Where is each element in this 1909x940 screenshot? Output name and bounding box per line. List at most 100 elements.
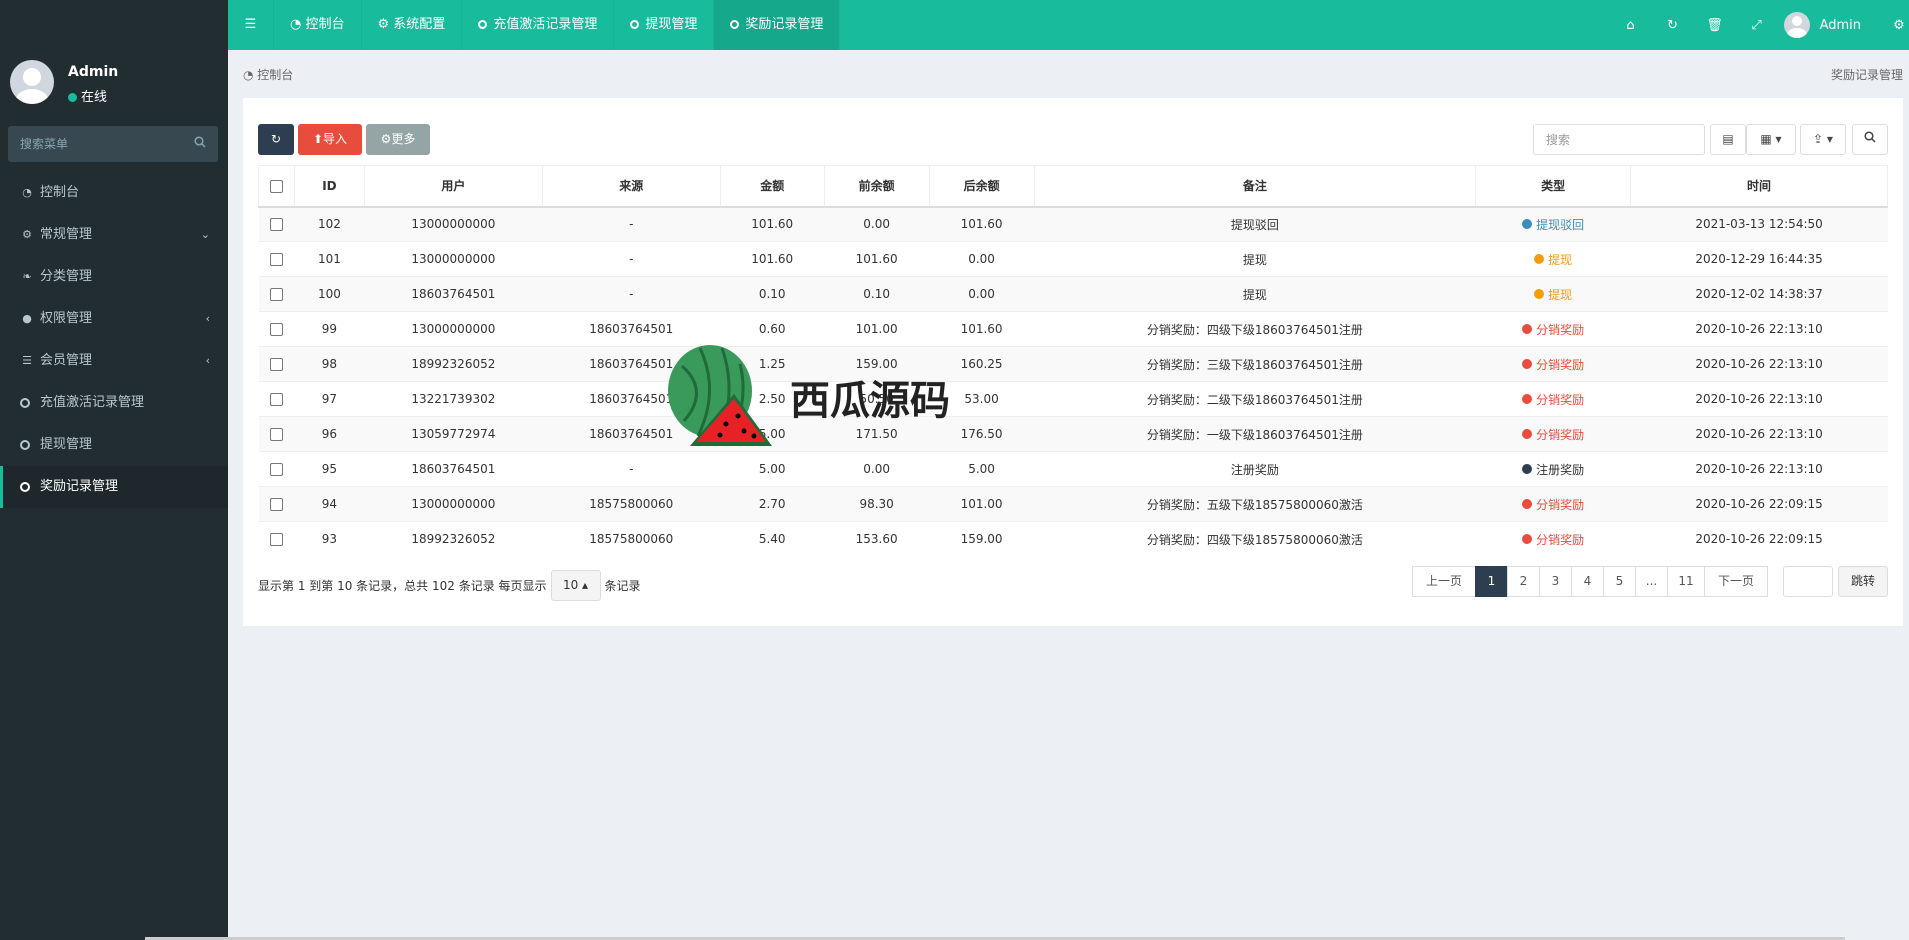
- circle-icon: [730, 20, 740, 29]
- tab-recharge[interactable]: 充值激活记录管理: [462, 0, 615, 50]
- page-button[interactable]: 4: [1571, 566, 1604, 597]
- col-type[interactable]: 类型: [1475, 165, 1632, 208]
- export-button[interactable]: ⇪ ▾: [1800, 124, 1846, 155]
- header-user-name[interactable]: Admin: [1820, 18, 1861, 33]
- next-page-button[interactable]: 下一页: [1704, 566, 1768, 597]
- page-button[interactable]: ...: [1635, 566, 1668, 597]
- status-badge[interactable]: 分销奖励: [1522, 496, 1584, 513]
- tab-dashboard[interactable]: ◔ 控制台: [274, 0, 362, 50]
- row-checkbox[interactable]: [269, 428, 283, 441]
- col-after[interactable]: 后余额: [928, 165, 1035, 208]
- home-icon[interactable]: ⌂: [1610, 18, 1652, 33]
- status-badge[interactable]: 分销奖励: [1522, 356, 1584, 373]
- status-badge[interactable]: 提现驳回: [1522, 216, 1584, 233]
- columns-button[interactable]: ▦ ▾: [1746, 124, 1796, 155]
- page-button[interactable]: 1: [1475, 566, 1508, 597]
- table-row[interactable]: 99 13000000000 18603764501 0.60 101.00 101.60…: [258, 311, 1888, 347]
- row-checkbox[interactable]: [269, 463, 283, 476]
- table-row[interactable]: 97 13221739302 18603764501 2.50 50.50 53.00 分销…: [258, 381, 1888, 417]
- table-row[interactable]: 98 18992326052 18603764501 1.25 159.00 160.25…: [258, 346, 1888, 382]
- col-amount[interactable]: 金额: [719, 165, 825, 208]
- user-cell: 13000000000: [364, 206, 543, 242]
- breadcrumb-home[interactable]: 控制台: [257, 68, 293, 82]
- sidebar-item-auth[interactable]: ● 权限管理 ‹: [0, 298, 228, 340]
- status-badge[interactable]: 提现: [1534, 286, 1572, 303]
- more-button[interactable]: ⚙更多: [366, 124, 430, 155]
- page-button[interactable]: 2: [1507, 566, 1540, 597]
- remark-cell: 分销奖励：三级下级18603764501注册: [1034, 346, 1476, 382]
- table-row[interactable]: 95 18603764501-5.00 0.00 5.00 注册奖励 注册奖励 2020-1…: [258, 451, 1888, 487]
- status-badge[interactable]: 注册奖励: [1522, 461, 1584, 478]
- toggle-view-button[interactable]: ▤: [1710, 124, 1746, 155]
- table-row[interactable]: 94 13000000000 18575800060 2.70 98.30 101.00 分…: [258, 486, 1888, 522]
- user-panel: Admin 在线: [0, 0, 228, 112]
- source-cell: -: [542, 206, 721, 242]
- row-checkbox[interactable]: [269, 253, 283, 266]
- page-size-select[interactable]: 10 ▴: [550, 570, 601, 601]
- row-checkbox[interactable]: [269, 533, 283, 547]
- export-icon: ⇪ ▾: [1813, 132, 1833, 146]
- status-badge[interactable]: 分销奖励: [1522, 321, 1584, 338]
- circle-icon: [20, 481, 30, 492]
- chevron-left-icon: ‹: [205, 354, 210, 367]
- sidebar-item-dashboard[interactable]: ◔ 控制台: [0, 172, 228, 214]
- sidebar-item-label: 奖励记录管理: [40, 479, 119, 494]
- sidebar-search-input[interactable]: [8, 126, 178, 162]
- col-before[interactable]: 前余额: [823, 165, 930, 208]
- row-checkbox[interactable]: [269, 358, 283, 371]
- row-checkbox[interactable]: [269, 218, 283, 232]
- row-checkbox[interactable]: [269, 323, 283, 336]
- search-button[interactable]: [1852, 124, 1888, 155]
- row-checkbox[interactable]: [269, 288, 283, 301]
- search-icon[interactable]: [194, 136, 206, 152]
- tab-withdraw[interactable]: 提现管理: [614, 0, 715, 50]
- id-cell: 98: [294, 346, 365, 382]
- status-badge[interactable]: 分销奖励: [1522, 426, 1584, 443]
- col-user[interactable]: 用户: [363, 165, 543, 208]
- sidebar-item-label: 权限管理: [40, 311, 93, 326]
- row-checkbox[interactable]: [269, 498, 283, 511]
- refresh-icon[interactable]: ↻: [1652, 18, 1694, 33]
- col-time[interactable]: 时间: [1630, 165, 1888, 208]
- refresh-button[interactable]: ↻: [258, 124, 294, 155]
- table-body: 102 13000000000-101.60 0.00 101.60 提现驳回 提现驳回 2…: [258, 206, 1888, 557]
- sidebar-item-recharge[interactable]: 充值激活记录管理: [0, 382, 228, 424]
- col-id[interactable]: ID: [293, 165, 365, 208]
- sidebar-item-member[interactable]: ☰ 会员管理 ‹: [0, 340, 228, 382]
- col-source[interactable]: 来源: [541, 165, 721, 208]
- sidebar-item-general[interactable]: ⚙ 常规管理 ⌄: [0, 214, 228, 256]
- table-row[interactable]: 96 13059772974 18603764501 5.00 171.50 176.50…: [258, 416, 1888, 452]
- prev-page-button[interactable]: 上一页: [1412, 566, 1476, 597]
- tab-system-config[interactable]: ⚙ 系统配置: [362, 0, 463, 50]
- jump-button[interactable]: 跳转: [1838, 566, 1888, 597]
- page-button[interactable]: 11: [1667, 566, 1705, 597]
- table-row[interactable]: 101 13000000000-101.60 101.60 0.00 提现 提现 2020-…: [258, 241, 1888, 277]
- menu-toggle-icon[interactable]: ☰: [228, 0, 274, 50]
- fullscreen-icon[interactable]: ⤢: [1736, 18, 1778, 33]
- status-badge[interactable]: 分销奖励: [1522, 531, 1584, 548]
- jump-page-input[interactable]: [1783, 566, 1833, 597]
- table-row[interactable]: 93 18992326052 18575800060 5.40 153.60 159.00…: [258, 521, 1888, 557]
- sidebar-item-withdraw[interactable]: 提现管理: [0, 424, 228, 466]
- status-badge[interactable]: 提现: [1534, 251, 1572, 268]
- row-checkbox[interactable]: [269, 393, 283, 406]
- trash-icon[interactable]: 🗑: [1694, 18, 1736, 33]
- settings-icon[interactable]: ⚙: [1889, 18, 1909, 33]
- table-search-input[interactable]: [1534, 125, 1684, 154]
- page-button[interactable]: 3: [1539, 566, 1572, 597]
- table-row[interactable]: 100 18603764501-0.10 0.10 0.00 提现 提现 2020-12-0…: [258, 276, 1888, 312]
- table-row[interactable]: 102 13000000000-101.60 0.00 101.60 提现驳回 提现驳回 2…: [258, 206, 1888, 242]
- dashboard-icon: ◔: [290, 17, 306, 32]
- id-cell: 100: [294, 276, 365, 312]
- select-all-checkbox[interactable]: [269, 179, 283, 193]
- pagination-info-suffix: 条记录: [604, 579, 641, 593]
- sidebar-item-reward[interactable]: 奖励记录管理: [0, 466, 228, 508]
- page-button[interactable]: 5: [1603, 566, 1636, 597]
- sidebar-item-category[interactable]: ❧ 分类管理: [0, 256, 228, 298]
- tab-reward[interactable]: 奖励记录管理: [714, 0, 841, 50]
- import-button[interactable]: ⬆导入: [298, 124, 362, 155]
- gear-icon: ⚙: [380, 132, 392, 146]
- header-avatar[interactable]: [1783, 12, 1810, 38]
- status-badge[interactable]: 分销奖励: [1522, 391, 1584, 408]
- col-remark[interactable]: 备注: [1033, 165, 1477, 208]
